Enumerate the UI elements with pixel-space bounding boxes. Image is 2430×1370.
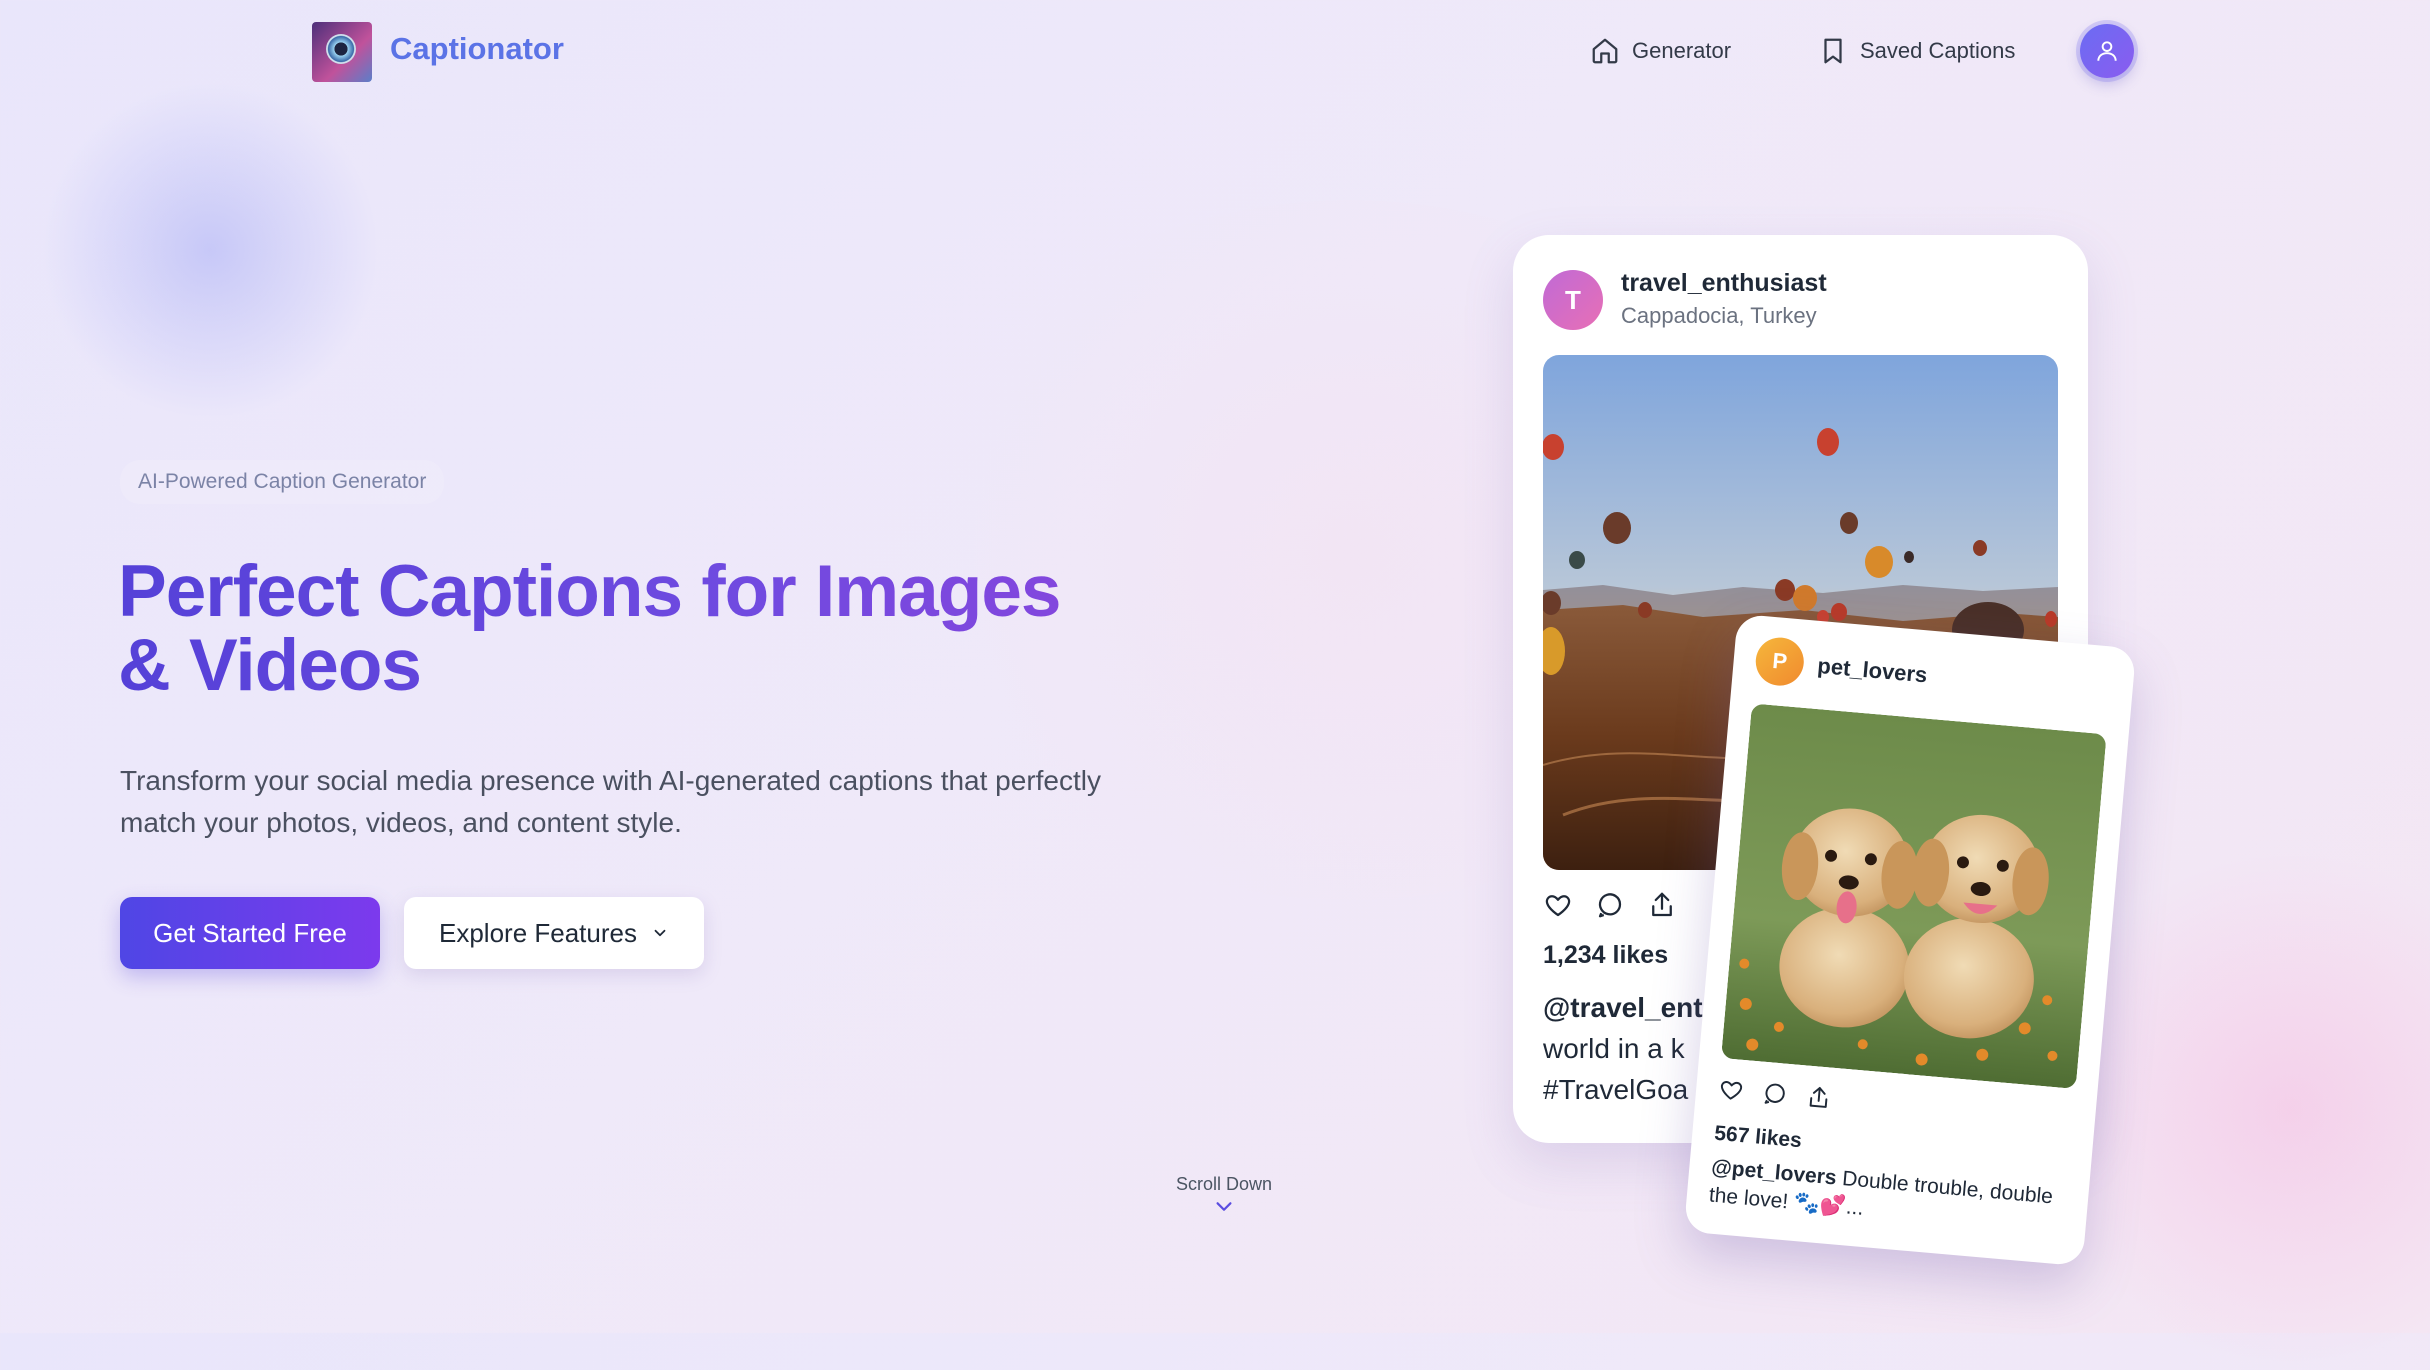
explore-features-button[interactable]: Explore Features (404, 897, 704, 969)
post-image-puppies (1720, 703, 2107, 1090)
chevron-down-icon (654, 929, 666, 937)
nav-saved-captions[interactable]: Saved Captions (1818, 36, 2015, 66)
headline-line2: & Videos (118, 625, 422, 706)
heart-icon[interactable] (1717, 1076, 1745, 1104)
post-username[interactable]: pet_lovers (1816, 653, 1928, 688)
hero-subtitle: Transform your social media presence wit… (120, 760, 1200, 844)
top-navbar: Captionator Generator Saved Captions (0, 0, 2430, 100)
scroll-down-indicator[interactable]: Scroll Down (1140, 1174, 1308, 1215)
nav-saved-label: Saved Captions (1860, 38, 2016, 63)
bookmark-icon (1824, 38, 1842, 64)
post-likes: 1,234 likes (1543, 941, 1669, 969)
post-card-pets: P pet_lovers 567 likes @pet_lovers Doubl… (1683, 613, 2137, 1267)
post-avatar: T (1543, 270, 1603, 330)
post-username[interactable]: travel_enthusiast (1621, 269, 1827, 298)
home-icon (1592, 38, 1618, 64)
comment-icon[interactable] (1595, 890, 1625, 920)
chevron-down-icon (1216, 1202, 1232, 1211)
nav-generator-label: Generator (1632, 38, 1732, 63)
post-actions (1717, 1076, 1833, 1112)
background-glow-left (40, 80, 380, 420)
hero-badge: AI-Powered Caption Generator (120, 460, 445, 504)
nav-generator[interactable]: Generator (1590, 36, 1731, 66)
user-icon (2097, 41, 2117, 61)
post-caption: @pet_lovers Double trouble, double the l… (1708, 1154, 2072, 1241)
heart-icon[interactable] (1543, 890, 1573, 920)
logo-icon[interactable] (312, 22, 372, 82)
brand-name[interactable]: Captionator (390, 31, 564, 67)
caption-line2: world in a k (1543, 1033, 1685, 1064)
share-icon[interactable] (1805, 1084, 1833, 1112)
caption-username: @travel_enth (1543, 992, 1720, 1023)
subtitle-line2: match your photos, videos, and content s… (120, 807, 682, 838)
caption-line3: #TravelGoa (1543, 1074, 1689, 1105)
post-avatar: P (1753, 635, 1806, 688)
subtitle-line1: Transform your social media presence wit… (120, 765, 1101, 796)
post-likes: 567 likes (1713, 1121, 1803, 1153)
share-icon[interactable] (1647, 890, 1677, 920)
get-started-button[interactable]: Get Started Free (120, 897, 380, 969)
scroll-down-label: Scroll Down (1175, 1174, 1273, 1194)
post-actions (1543, 890, 1677, 920)
comment-icon[interactable] (1761, 1080, 1789, 1108)
headline-line1: Perfect Captions for Images (118, 551, 1061, 632)
explore-features-label: Explore Features (439, 917, 637, 948)
post-location: Cappadocia, Turkey (1621, 303, 1817, 328)
hero-headline: Perfect Captions for Images & Videos (118, 555, 1218, 703)
profile-button[interactable] (2080, 24, 2134, 78)
